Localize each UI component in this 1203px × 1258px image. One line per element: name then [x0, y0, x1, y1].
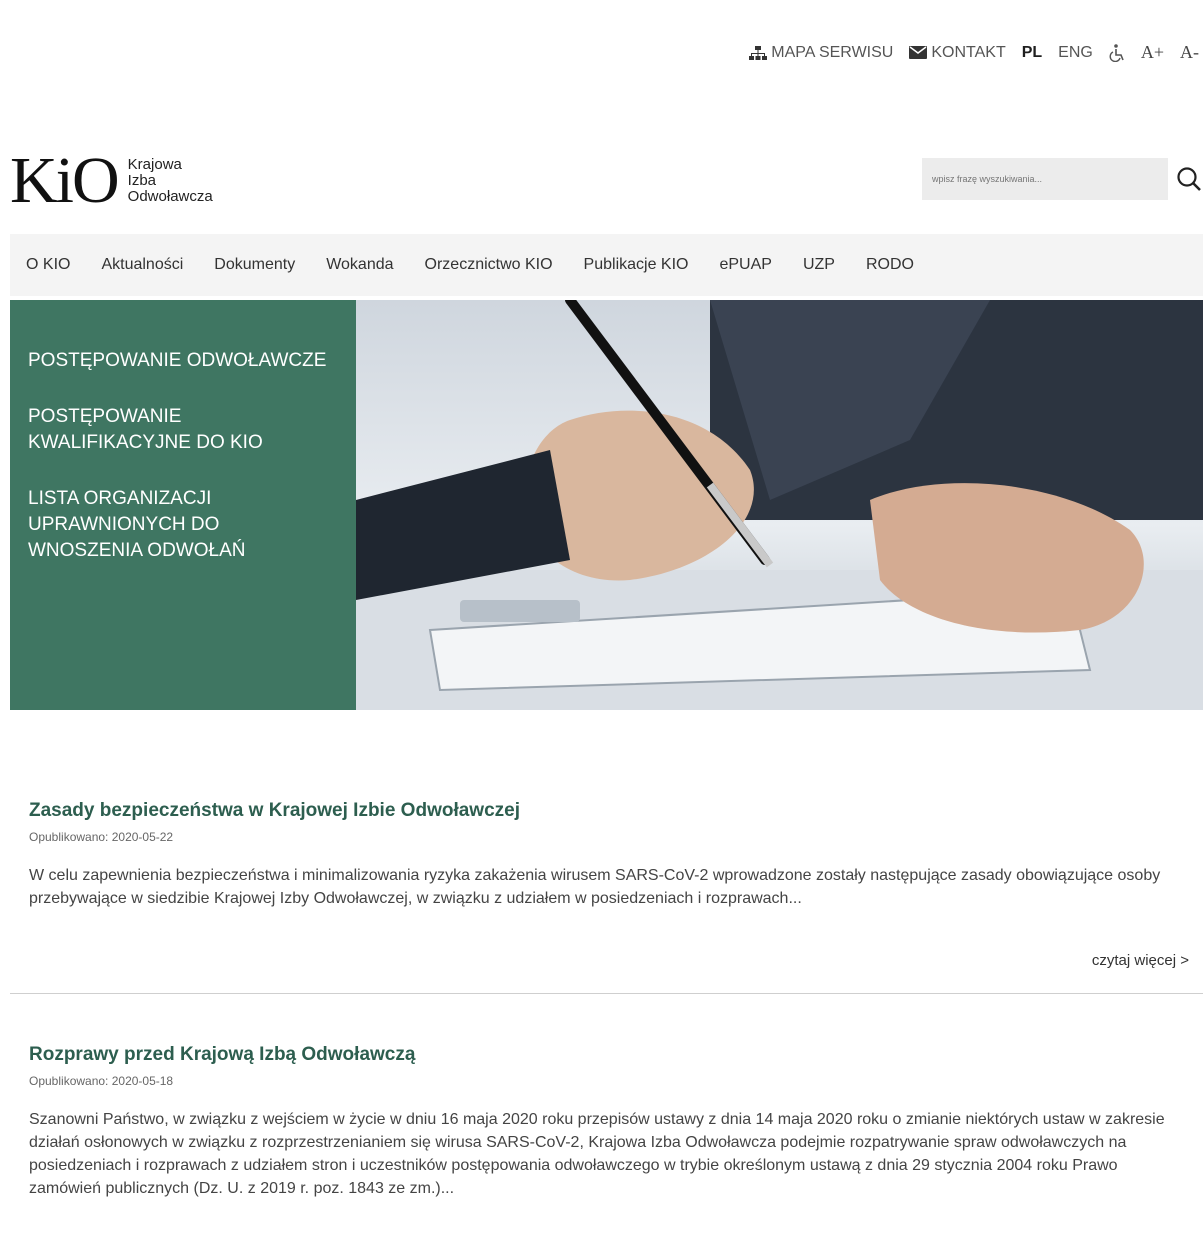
nav-item-wokanda[interactable]: Wokanda	[326, 256, 393, 274]
contact-label: KONTAKT	[931, 43, 1006, 61]
nav-item-rodo[interactable]: RODO	[866, 256, 914, 274]
nav-item-epuap[interactable]: ePUAP	[719, 256, 771, 274]
page: MAPA SERWISU KONTAKT PL ENG A+ A- KiO Kr…	[10, 10, 1203, 1258]
article-excerpt: Szanowni Państwo, w związku z wejściem w…	[29, 1111, 1165, 1197]
envelope-icon	[909, 46, 928, 59]
contact-link[interactable]: KONTAKT	[909, 43, 1006, 62]
hero-menu-item-organizations[interactable]: LISTA ORGANIZACJI UPRAWNIONYCH DO WNOSZE…	[28, 486, 338, 564]
sitemap-icon	[749, 45, 768, 60]
nav-item-publikacje[interactable]: Publikacje KIO	[584, 256, 689, 274]
logo-mark: KiO	[10, 144, 120, 217]
sitemap-link[interactable]: MAPA SERWISU	[749, 44, 893, 62]
article-date: Opublikowano: 2020-05-22	[29, 830, 174, 844]
site-logo[interactable]: KiO Krajowa Izba Odwoławcza	[10, 148, 213, 214]
nav-item-orzecznictwo[interactable]: Orzecznictwo KIO	[425, 256, 553, 274]
nav-item-uzp[interactable]: UZP	[803, 256, 835, 274]
utility-bar: MAPA SERWISU KONTAKT PL ENG A+ A-	[749, 42, 1199, 63]
font-increase-button[interactable]: A+	[1141, 42, 1164, 63]
search-icon[interactable]	[1176, 166, 1202, 192]
nav-item-aktualnosci[interactable]: Aktualności	[101, 256, 183, 274]
hero-menu-item-appeal[interactable]: POSTĘPOWANIE ODWOŁAWCZE	[28, 348, 338, 374]
article-item: Zasady bezpieczeństwa w Krajowej Izbie O…	[29, 800, 1194, 910]
logo-line-2: Izba	[127, 172, 157, 189]
read-more-link[interactable]: czytaj więcej >	[1092, 952, 1189, 969]
logo-text: Krajowa Izba Odwoławcza	[128, 157, 213, 205]
hero-menu: POSTĘPOWANIE ODWOŁAWCZE POSTĘPOWANIE KWA…	[10, 300, 356, 710]
accessibility-icon[interactable]	[1109, 43, 1125, 62]
sitemap-label: MAPA SERWISU	[771, 43, 894, 61]
nav-item-dokumenty[interactable]: Dokumenty	[214, 256, 295, 274]
article-item: Rozprawy przed Krajową Izbą Odwoławczą O…	[29, 1044, 1194, 1200]
search-box	[922, 157, 1203, 201]
divider	[10, 993, 1203, 994]
article-excerpt: W celu zapewnienia bezpieczeństwa i mini…	[29, 867, 1161, 907]
article-date: Opublikowano: 2020-05-18	[29, 1074, 174, 1088]
logo-line-3: Odwoławcza	[127, 188, 213, 205]
hero-banner: POSTĘPOWANIE ODWOŁAWCZE POSTĘPOWANIE KWA…	[10, 300, 1203, 710]
article-title[interactable]: Zasady bezpieczeństwa w Krajowej Izbie O…	[29, 800, 1194, 822]
article-title[interactable]: Rozprawy przed Krajową Izbą Odwoławczą	[29, 1044, 1194, 1066]
font-decrease-button[interactable]: A-	[1180, 42, 1199, 63]
lang-pl[interactable]: PL	[1022, 44, 1042, 62]
search-input[interactable]	[922, 158, 1168, 200]
lang-eng[interactable]: ENG	[1058, 44, 1093, 62]
logo-line-1: Krajowa	[127, 156, 182, 173]
main-nav: O KIO Aktualności Dokumenty Wokanda Orze…	[10, 234, 1203, 296]
hero-menu-item-qualification[interactable]: POSTĘPOWANIE KWALIFIKACYJNE DO KIO	[28, 404, 338, 456]
nav-item-o-kio[interactable]: O KIO	[26, 256, 70, 274]
